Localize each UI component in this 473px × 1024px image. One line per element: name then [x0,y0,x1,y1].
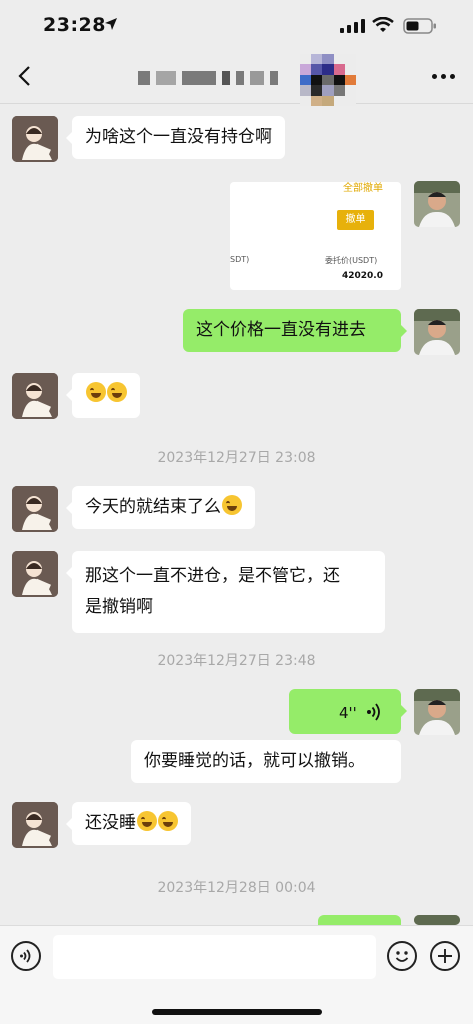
emoji-message-bubble[interactable] [66,373,140,418]
message-bubble[interactable]: 这个价格一直没有进去 [183,309,407,352]
battery-icon [403,18,436,34]
card-label: 委托价(USDT) [325,256,378,265]
card-label: SDT) [230,255,250,264]
contact-avatar-pixelated [300,54,356,106]
back-icon[interactable] [14,64,36,88]
avatar[interactable] [414,309,460,355]
message-text: 还没睡 [85,813,136,833]
laughing-emoji-icon [86,382,106,402]
shared-screenshot[interactable]: 全部撤单 撤单 SDT) 委托价(USDT) 42020.0 [230,182,401,290]
laughing-emoji-icon [107,382,127,402]
message-bubble[interactable]: 那这个一直不进仓，是不管它，还 是撤销啊 [66,551,385,633]
timestamp: 2023年12月28日 00:04 [157,880,316,896]
avatar[interactable] [12,373,58,419]
message-bubble[interactable]: 还没睡 [66,802,191,845]
more-icon[interactable] [432,74,455,79]
voice-duration: 4'' [339,704,357,722]
cellular-signal-icon [340,19,365,33]
card-top-text: 全部撤单 [343,183,383,194]
message-bubble[interactable]: 为啥这个一直没有持仓啊 [66,116,285,159]
message-list[interactable]: 为啥这个一直没有持仓啊 全部撤单 撤单 SDT) 委托价(USDT) 42020… [0,105,473,945]
message-text-line: 是撤销啊 [85,597,153,617]
thinking-emoji-icon [137,811,157,831]
laughing-emoji-icon [222,495,242,515]
voice-input-icon[interactable] [11,941,41,971]
timestamp: 2023年12月27日 23:08 [157,450,316,466]
avatar[interactable] [12,116,58,162]
contact-name-pixelated [138,70,278,86]
avatar[interactable] [414,689,460,735]
avatar[interactable] [12,802,58,848]
voice-transcription[interactable]: 你要睡觉的话，就可以撤销。 [131,740,401,783]
plus-icon[interactable] [430,941,460,971]
message-text-line: 那这个一直不进仓，是不管它，还 [85,566,340,586]
avatar[interactable] [12,551,58,597]
card-cancel-button: 撤单 [337,210,374,230]
wifi-icon [372,17,394,32]
status-bar: 23:28 [0,0,473,50]
avatar[interactable] [414,915,460,925]
timestamp: 2023年12月27日 23:48 [157,653,316,669]
thinking-emoji-icon [158,811,178,831]
message-text: 今天的就结束了么 [85,497,221,517]
status-time: 23:28 [43,14,106,36]
home-indicator [152,1009,322,1015]
voice-message-bubble[interactable]: 4'' [289,689,407,734]
avatar[interactable] [12,486,58,532]
card-value: 42020.0 [342,271,383,281]
location-arrow-icon [105,18,117,30]
input-bar [0,925,473,1024]
emoji-icon[interactable] [387,941,417,971]
voice-wave-icon [367,703,380,721]
message-input[interactable] [53,935,376,979]
message-bubble[interactable]: 今天的就结束了么 [66,486,255,529]
chat-header [0,50,473,106]
avatar[interactable] [414,181,460,227]
